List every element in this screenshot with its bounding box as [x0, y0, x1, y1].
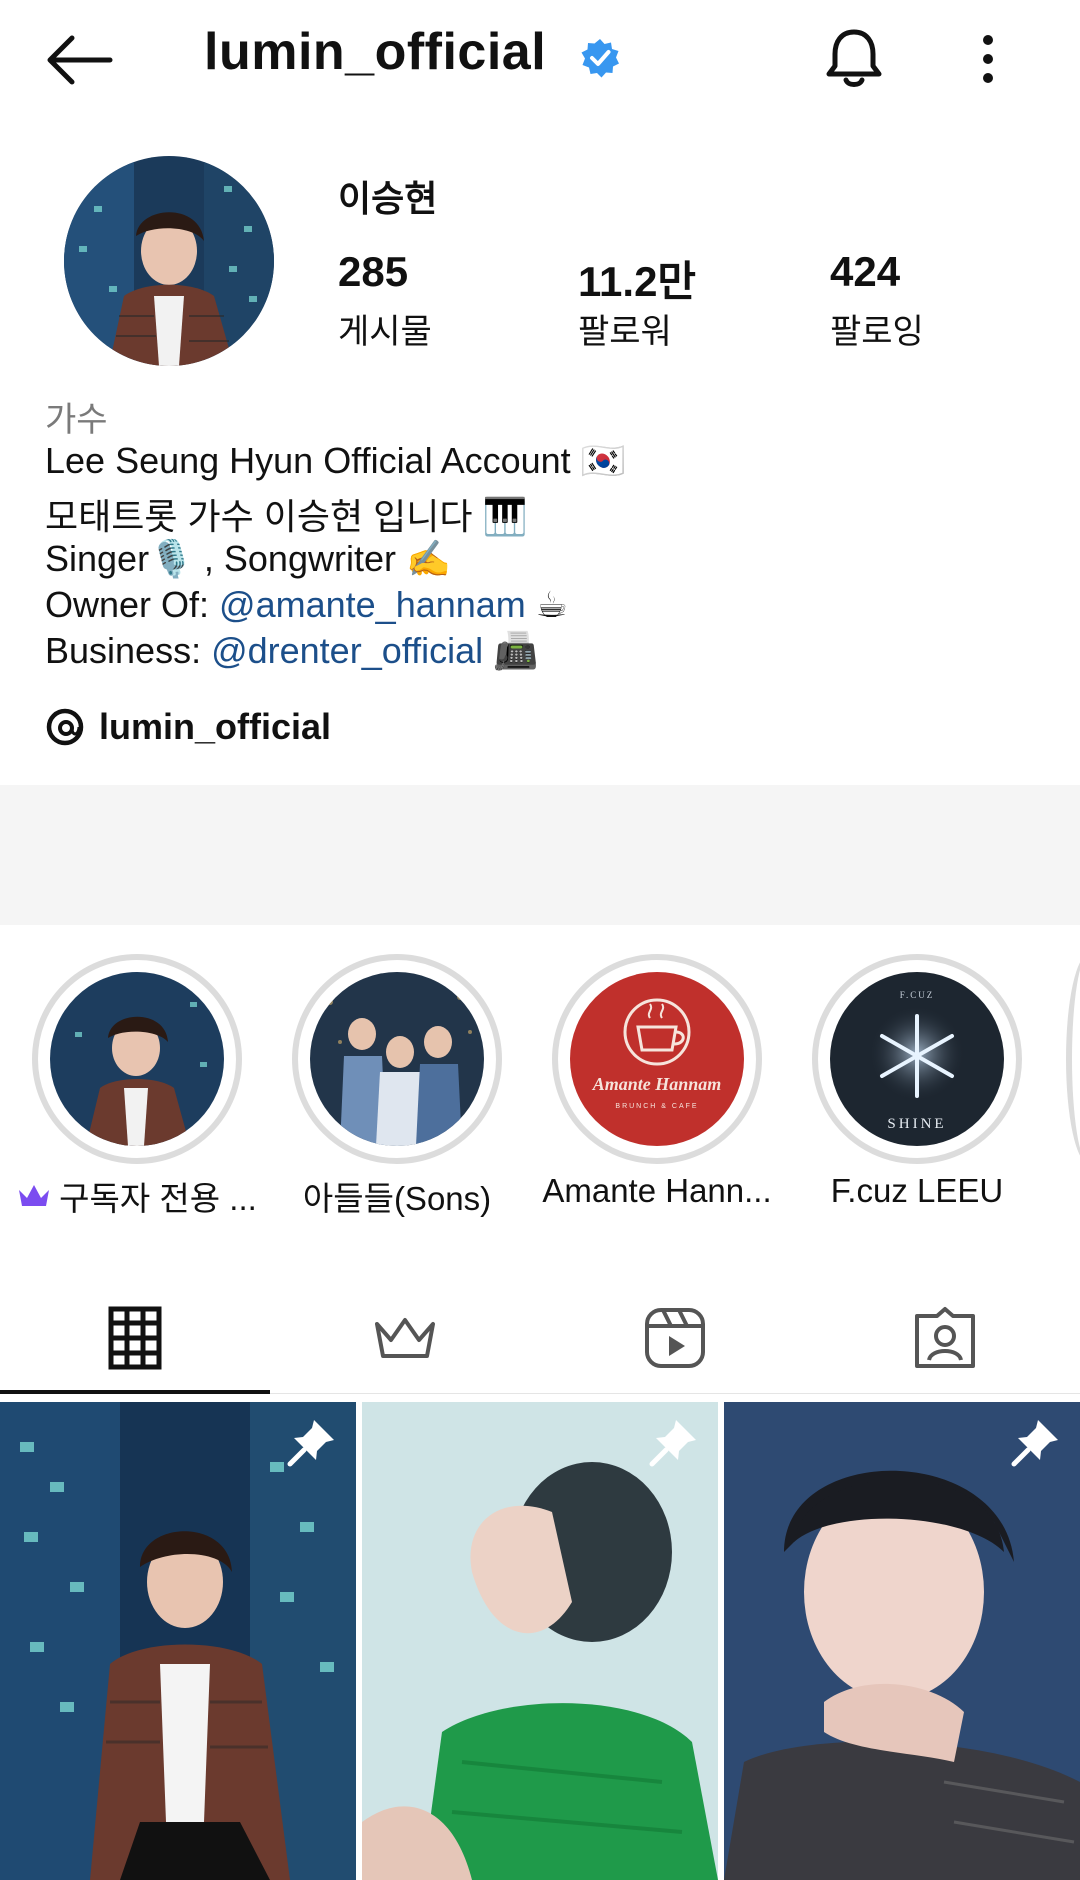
tagged-tab[interactable]	[810, 1282, 1080, 1394]
posts-label[interactable]: 게시물	[338, 304, 432, 353]
tagged-person-icon	[915, 1307, 975, 1368]
mention-link-drenter[interactable]: @drenter_official	[211, 630, 483, 671]
highlight-sons-label: 아들들(Sons)	[302, 1180, 492, 1217]
verified-badge-icon	[581, 39, 619, 78]
bio-line-owner: Owner Of: @amante_hannam ☕	[45, 584, 568, 626]
crown-outline-icon	[375, 1318, 435, 1358]
highlight-amante[interactable]: Amante Hannam BRUNCH & CAFE	[552, 954, 762, 1164]
threads-handle: lumin_official	[99, 706, 332, 747]
crown-icon	[19, 1185, 50, 1206]
threads-link[interactable]: lumin_official	[45, 706, 331, 748]
pin-icon	[287, 1420, 334, 1467]
highlight-label-text: 구독자 전용 ...	[59, 1180, 257, 1217]
amante-logo-text: Amante Hannam	[592, 1074, 722, 1094]
bio-line-business: Business: @drenter_official 📠	[45, 630, 538, 672]
snowflake-icon: F.CUZ SHINE	[857, 990, 977, 1132]
more-options-icon[interactable]	[976, 34, 1000, 84]
active-tab-indicator	[0, 1390, 270, 1394]
bio-owner-suffix: ☕	[525, 584, 569, 625]
bio-line: 모태트롯 가수 이승현 입니다 🎹	[45, 496, 528, 537]
amante-logo-subtext: BRUNCH & CAFE	[615, 1103, 698, 1110]
blank-section	[0, 785, 1080, 925]
bio-owner-prefix: Owner Of:	[45, 584, 220, 625]
posts-count[interactable]: 285	[338, 248, 408, 296]
following-count[interactable]: 424	[830, 248, 900, 296]
highlight-subscriber-label: 구독자 전용 ...	[12, 1172, 262, 1220]
bell-notification-icon[interactable]	[824, 26, 884, 90]
subscriber-tab[interactable]	[270, 1282, 540, 1394]
followers-count[interactable]: 11.2만	[578, 248, 696, 309]
following-label[interactable]: 팔로잉	[830, 304, 924, 353]
bio-line: Lee Seung Hyun Official Account 🇰🇷	[45, 440, 626, 481]
grid-icon	[108, 1306, 162, 1370]
reels-tab[interactable]	[540, 1282, 810, 1394]
cafe-cup-icon: Amante Hannam BRUNCH & CAFE	[592, 998, 722, 1110]
highlight-fcuz[interactable]: F.CUZ SHINE	[812, 954, 1022, 1164]
grid-post-2[interactable]	[362, 1402, 718, 1880]
top-bar: lumin_official	[0, 0, 1080, 120]
bio-business-prefix: Business:	[45, 630, 212, 671]
grid-post-3[interactable]	[724, 1402, 1080, 1880]
highlight-subscriber[interactable]	[32, 954, 242, 1164]
threads-icon	[46, 708, 84, 746]
pin-icon	[649, 1420, 696, 1467]
fcuz-logo-text: F.CUZ	[900, 990, 935, 1000]
pin-icon	[1011, 1420, 1058, 1467]
followers-label[interactable]: 팔로워	[578, 304, 672, 353]
highlight-fcuz-label: F.cuz LEEU	[830, 1172, 1004, 1209]
highlight-sons[interactable]	[292, 954, 502, 1164]
profile-category: 가수	[45, 401, 108, 439]
back-arrow-icon[interactable]	[44, 34, 114, 86]
highlight-partial[interactable]	[1066, 954, 1080, 1164]
highlight-amante-label: Amante Hann...	[542, 1172, 772, 1209]
display-name: 이승현	[338, 178, 438, 219]
bio-business-suffix: 📠	[483, 630, 538, 671]
grid-post-1[interactable]	[0, 1402, 356, 1880]
profile-username-title: lumin_official	[204, 23, 547, 81]
bio-line: Singer🎙️ , Songwriter ✍️	[45, 538, 451, 579]
shine-text: SHINE	[887, 1116, 946, 1132]
grid-tab[interactable]	[0, 1282, 270, 1394]
reels-icon	[645, 1308, 705, 1368]
mention-link-amante[interactable]: @amante_hannam	[219, 584, 526, 625]
profile-avatar[interactable]	[64, 156, 274, 366]
